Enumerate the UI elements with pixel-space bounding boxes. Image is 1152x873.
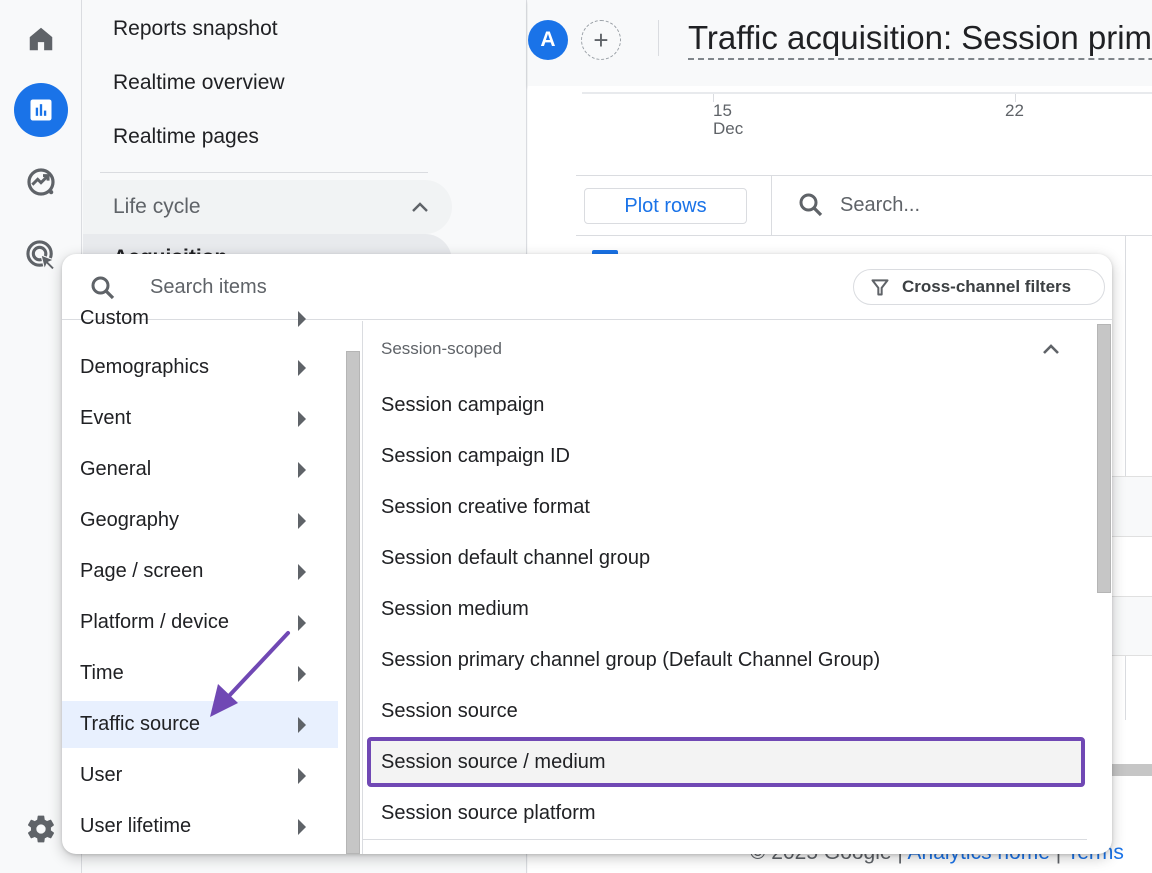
caret-right-icon <box>298 614 306 631</box>
category-label: General <box>80 458 152 480</box>
dimension-item[interactable]: Session source platform <box>381 802 596 825</box>
table-search[interactable]: Search... <box>796 190 920 220</box>
category-item-platform-device[interactable]: Platform / device <box>62 599 338 646</box>
caret-right-icon <box>298 716 306 733</box>
dimension-picker-popup: Cross-channel filters Custom Demographic… <box>62 254 1112 854</box>
plot-rows-button[interactable]: Plot rows <box>584 188 747 224</box>
chart-x-axis <box>582 92 1152 94</box>
explore-icon[interactable] <box>20 161 62 203</box>
category-item-user[interactable]: User <box>62 752 338 799</box>
category-label: Page / screen <box>80 560 204 582</box>
chevron-up-icon <box>412 202 428 212</box>
caret-right-icon <box>298 461 306 478</box>
category-label: Platform / device <box>80 611 229 633</box>
comparison-avatar[interactable]: A <box>528 20 568 60</box>
list-divider <box>363 839 1087 840</box>
add-comparison-button[interactable]: + <box>581 20 621 60</box>
caret-right-icon <box>298 665 306 682</box>
toolbar-top-border <box>576 175 1152 176</box>
dimension-item[interactable]: Session primary channel group (Default C… <box>381 649 880 672</box>
category-label: User lifetime <box>80 815 192 837</box>
section-header-session-scoped: Session-scoped <box>381 339 502 358</box>
category-item-user-lifetime[interactable]: User lifetime <box>62 803 338 850</box>
page-title[interactable]: Traffic acquisition: Session primary cha… <box>688 18 1152 60</box>
caret-right-icon <box>298 410 306 427</box>
tick-label-22: 22 <box>1005 101 1024 120</box>
advertising-icon[interactable] <box>20 234 62 276</box>
report-header: A + Traffic acquisition: Session primary… <box>528 0 1152 86</box>
dimension-item[interactable]: Session default channel group <box>381 547 650 570</box>
category-label: Event <box>80 407 132 429</box>
toolbar-bottom-border <box>576 235 1152 236</box>
caret-right-icon <box>298 310 306 327</box>
category-label: Demographics <box>80 356 209 378</box>
menu-group-life-cycle[interactable]: Life cycle <box>83 180 452 234</box>
gear-icon[interactable] <box>20 808 62 850</box>
toolbar-divider <box>771 176 772 236</box>
menu-group-label: Life cycle <box>113 195 201 218</box>
category-item-event[interactable]: Event <box>62 395 338 442</box>
category-label: Custom <box>80 307 149 329</box>
category-label: Geography <box>80 509 179 531</box>
category-item-time[interactable]: Time <box>62 650 338 697</box>
header-divider <box>658 20 659 56</box>
category-label: User <box>80 764 123 786</box>
category-list: Custom Demographics Event General Geogra… <box>62 307 362 854</box>
category-item-geography[interactable]: Geography <box>62 497 338 544</box>
cross-channel-filters-button[interactable]: Cross-channel filters <box>853 269 1105 305</box>
caret-right-icon <box>298 818 306 835</box>
table-search-placeholder: Search... <box>840 193 921 216</box>
menu-divider <box>100 172 428 173</box>
caret-right-icon <box>298 563 306 580</box>
dimension-item[interactable]: Session medium <box>381 598 529 621</box>
category-label: Traffic source <box>80 713 201 735</box>
category-label: Time <box>80 662 124 684</box>
category-item-page-screen[interactable]: Page / screen <box>62 548 338 595</box>
reports-icon[interactable] <box>14 83 68 137</box>
tick-label-15: 15 Dec <box>713 101 744 138</box>
category-item-demographics[interactable]: Demographics <box>62 344 338 391</box>
caret-right-icon <box>298 512 306 529</box>
dimension-item[interactable]: Session campaign ID <box>381 445 570 468</box>
category-item-general[interactable]: General <box>62 446 338 493</box>
category-item-custom[interactable]: Custom <box>62 295 338 342</box>
dimension-item-session-source-medium[interactable]: Session source / medium <box>381 751 606 774</box>
dimension-item[interactable]: Session campaign <box>381 394 544 417</box>
menu-item-realtime-pages[interactable]: Realtime pages <box>113 125 259 149</box>
dimension-scrollbar[interactable] <box>1097 324 1111 593</box>
search-icon <box>799 193 823 217</box>
category-scrollbar[interactable] <box>346 351 360 854</box>
chevron-up-icon[interactable] <box>1039 337 1063 361</box>
filter-icon <box>871 279 889 296</box>
home-icon[interactable] <box>20 18 62 60</box>
dimension-item[interactable]: Session source <box>381 700 518 723</box>
dimension-item[interactable]: Session creative format <box>381 496 590 519</box>
caret-right-icon <box>298 767 306 784</box>
category-item-traffic-source[interactable]: Traffic source <box>62 701 338 748</box>
menu-item-reports-snapshot[interactable]: Reports snapshot <box>113 17 278 41</box>
caret-right-icon <box>298 359 306 376</box>
menu-item-realtime-overview[interactable]: Realtime overview <box>113 71 285 95</box>
cross-channel-filters-label: Cross-channel filters <box>902 277 1072 296</box>
plus-icon: + <box>593 24 609 55</box>
dimension-list: Session-scoped Session campaign Session … <box>363 321 1112 854</box>
